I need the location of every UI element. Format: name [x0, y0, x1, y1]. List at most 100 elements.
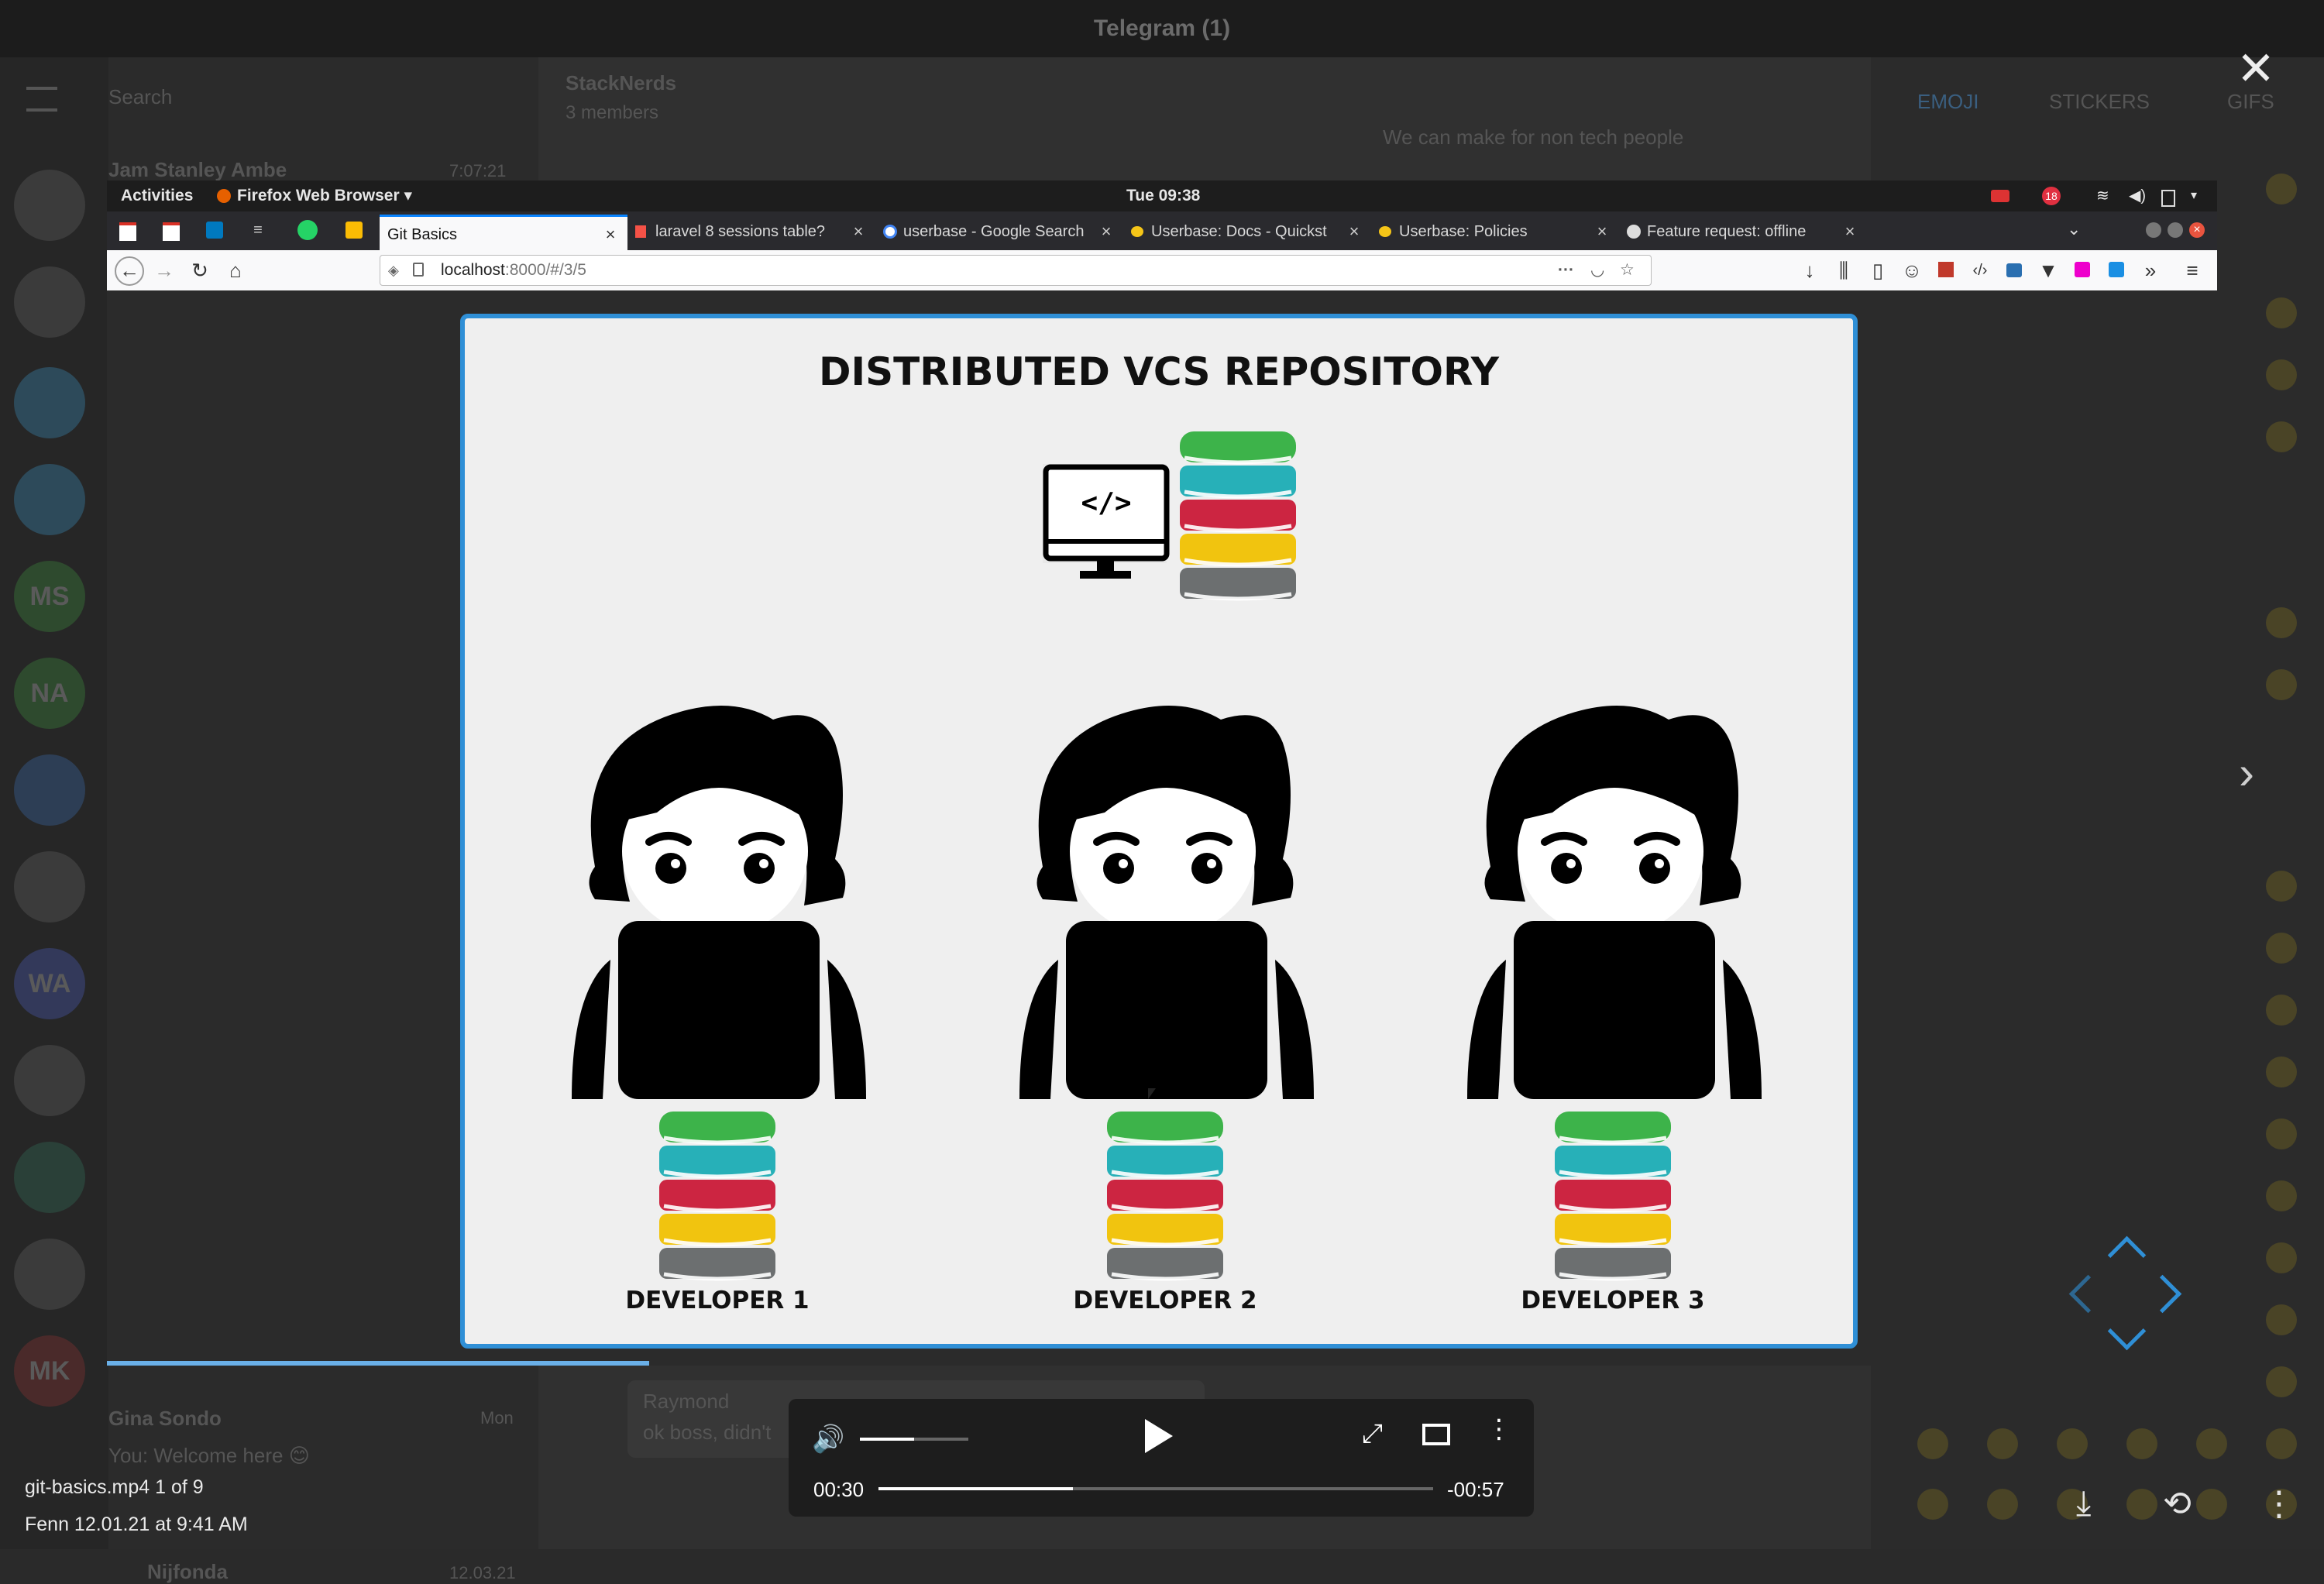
avatar-wa[interactable]: WA	[14, 948, 85, 1019]
back-arrow-icon[interactable]: ←	[115, 256, 144, 286]
screen-record-icon[interactable]	[1991, 190, 2009, 202]
avatar-mk[interactable]: MK	[14, 1335, 85, 1407]
tab-laravel[interactable]: laravel 8 sessions table? ×	[627, 216, 875, 247]
emoji[interactable]	[2266, 871, 2297, 902]
extension-red-icon[interactable]	[1932, 256, 1960, 284]
gmail-pinned-tab-icon[interactable]	[163, 222, 180, 241]
close-tab-icon[interactable]: ×	[851, 216, 866, 247]
trello-pinned-tab-icon[interactable]	[206, 222, 223, 239]
chat-avatar[interactable]	[14, 367, 85, 438]
emoji[interactable]	[2266, 1118, 2297, 1149]
fullscreen-icon[interactable]: ⤢	[1362, 1419, 1383, 1449]
slide-navigate-down-icon[interactable]	[2107, 1311, 2147, 1351]
system-menu-chevron-icon[interactable]: ▾	[2191, 180, 2197, 211]
emoji[interactable]	[2266, 1242, 2297, 1273]
gmail-pinned-tab-icon[interactable]	[119, 222, 136, 241]
extension-colorful-icon[interactable]	[2068, 256, 2096, 284]
whatsapp-pinned-tab-icon[interactable]	[297, 220, 318, 240]
wifi-icon[interactable]: ≋	[2096, 180, 2109, 211]
seek-bar[interactable]	[878, 1487, 1433, 1490]
chat-name[interactable]: Jam Stanley Ambe	[108, 158, 287, 182]
forward-arrow-icon[interactable]: →	[150, 256, 178, 284]
forward-icon[interactable]: ⟲	[2163, 1484, 2192, 1524]
chat-avatar[interactable]	[14, 1239, 85, 1310]
page-info-icon[interactable]	[413, 263, 424, 277]
volume-icon[interactable]: 🔊	[812, 1424, 844, 1455]
tab-userbase-policies[interactable]: Userbase: Policies ×	[1371, 216, 1619, 247]
emoji[interactable]	[2266, 1180, 2297, 1211]
emoji[interactable]	[2266, 1304, 2297, 1335]
saved-messages-avatar[interactable]	[14, 464, 85, 535]
emoji[interactable]	[2266, 1366, 2297, 1397]
chat-avatar[interactable]	[14, 1142, 85, 1213]
play-button[interactable]	[1145, 1419, 1173, 1453]
emoji[interactable]	[2266, 421, 2297, 452]
emoji[interactable]	[2126, 1489, 2157, 1520]
emoji[interactable]	[1917, 1489, 1948, 1520]
emoji[interactable]	[2266, 933, 2297, 964]
chat-avatar[interactable]	[14, 1045, 85, 1116]
next-media-icon[interactable]: ›	[2239, 750, 2270, 796]
emoji[interactable]	[2196, 1428, 2227, 1459]
close-viewer-icon[interactable]: ✕	[2235, 46, 2277, 92]
close-window-icon[interactable]: ×	[2189, 222, 2205, 238]
chat-avatar[interactable]	[14, 266, 85, 338]
emoji[interactable]	[2266, 995, 2297, 1026]
hamburger-menu-icon[interactable]: ≡	[2178, 256, 2206, 284]
chat-name[interactable]: Gina Sondo	[108, 1407, 222, 1431]
tab-google-search[interactable]: userbase - Google Search ×	[875, 216, 1123, 247]
pinned-tab-icon[interactable]: ≡	[249, 222, 266, 239]
page-actions-icon[interactable]: ···	[1558, 256, 1574, 285]
code-extension-icon[interactable]: ‹/›	[1966, 256, 1994, 284]
emoji[interactable]	[2266, 607, 2297, 638]
search-input[interactable]: Search	[108, 85, 172, 109]
avatar-na[interactable]: NA	[14, 658, 85, 729]
slide-navigate-left-icon[interactable]	[2068, 1274, 2108, 1314]
bookmark-star-icon[interactable]: ☆	[1620, 256, 1635, 285]
volume-icon[interactable]: ◀)	[2129, 180, 2146, 211]
emoji[interactable]	[2266, 174, 2297, 204]
home-icon[interactable]: ⌂	[222, 256, 249, 284]
emoji[interactable]	[2266, 1428, 2297, 1459]
more-options-icon[interactable]: ⋮	[1486, 1416, 1512, 1442]
activities-button[interactable]: Activities	[121, 180, 193, 211]
maximize-window-icon[interactable]	[2168, 222, 2183, 238]
account-icon[interactable]: ☺	[1898, 256, 1926, 284]
app-menu[interactable]: Firefox Web Browser ▾	[237, 180, 412, 211]
clock[interactable]: Tue 09:38	[1126, 180, 1200, 211]
close-tab-icon[interactable]: ×	[1594, 216, 1610, 247]
more-options-icon[interactable]: ⋮	[2262, 1484, 2296, 1524]
menu-icon[interactable]	[26, 87, 57, 112]
emoji[interactable]	[1917, 1428, 1948, 1459]
tab-userbase-docs[interactable]: Userbase: Docs - Quickst ×	[1123, 216, 1371, 247]
list-all-tabs-chevron-icon[interactable]: ⌄	[2067, 219, 2081, 239]
emoji[interactable]	[1987, 1489, 2018, 1520]
media-sender-date[interactable]: Fenn 12.01.21 at 9:41 AM	[25, 1514, 248, 1536]
chat-avatar[interactable]	[14, 851, 85, 923]
chat-avatar[interactable]	[14, 754, 85, 826]
video-frame[interactable]: Activities Firefox Web Browser ▾ Tue 09:…	[107, 180, 2217, 1366]
minimize-window-icon[interactable]	[2146, 222, 2161, 238]
battery-icon[interactable]	[2161, 190, 2175, 207]
tab-stickers[interactable]: STICKERS	[2049, 90, 2150, 114]
volume-slider[interactable]	[860, 1438, 968, 1441]
tab-feature-request[interactable]: Feature request: offline ×	[1619, 216, 1867, 247]
tab-emoji[interactable]: EMOJI	[1917, 90, 1978, 114]
sidebar-icon[interactable]: ▯	[1864, 256, 1892, 284]
download-icon[interactable]: ⤓	[2076, 1484, 2091, 1523]
extension-translate-icon[interactable]	[2102, 256, 2130, 284]
emoji[interactable]	[2057, 1428, 2088, 1459]
presentation-slide[interactable]: DISTRIBUTED VCS REPOSITORY </> DEVELOPER…	[460, 314, 1858, 1349]
url-bar[interactable]: ◈ localhost:8000/#/3/5 ··· ◡ ☆	[380, 255, 1652, 286]
emoji[interactable]	[2266, 297, 2297, 328]
reload-icon[interactable]: ↻	[186, 256, 214, 284]
more-extensions-icon[interactable]: »	[2137, 256, 2164, 284]
chat-title[interactable]: StackNerds	[566, 71, 676, 95]
keep-pinned-tab-icon[interactable]	[346, 222, 363, 239]
chat-avatar[interactable]	[14, 170, 85, 241]
slide-navigate-right-icon[interactable]	[2143, 1274, 2182, 1314]
close-tab-icon[interactable]: ×	[1098, 216, 1114, 247]
picture-in-picture-icon[interactable]	[1422, 1424, 1450, 1445]
avatar-ms[interactable]: MS	[14, 561, 85, 632]
emoji[interactable]	[1987, 1428, 2018, 1459]
